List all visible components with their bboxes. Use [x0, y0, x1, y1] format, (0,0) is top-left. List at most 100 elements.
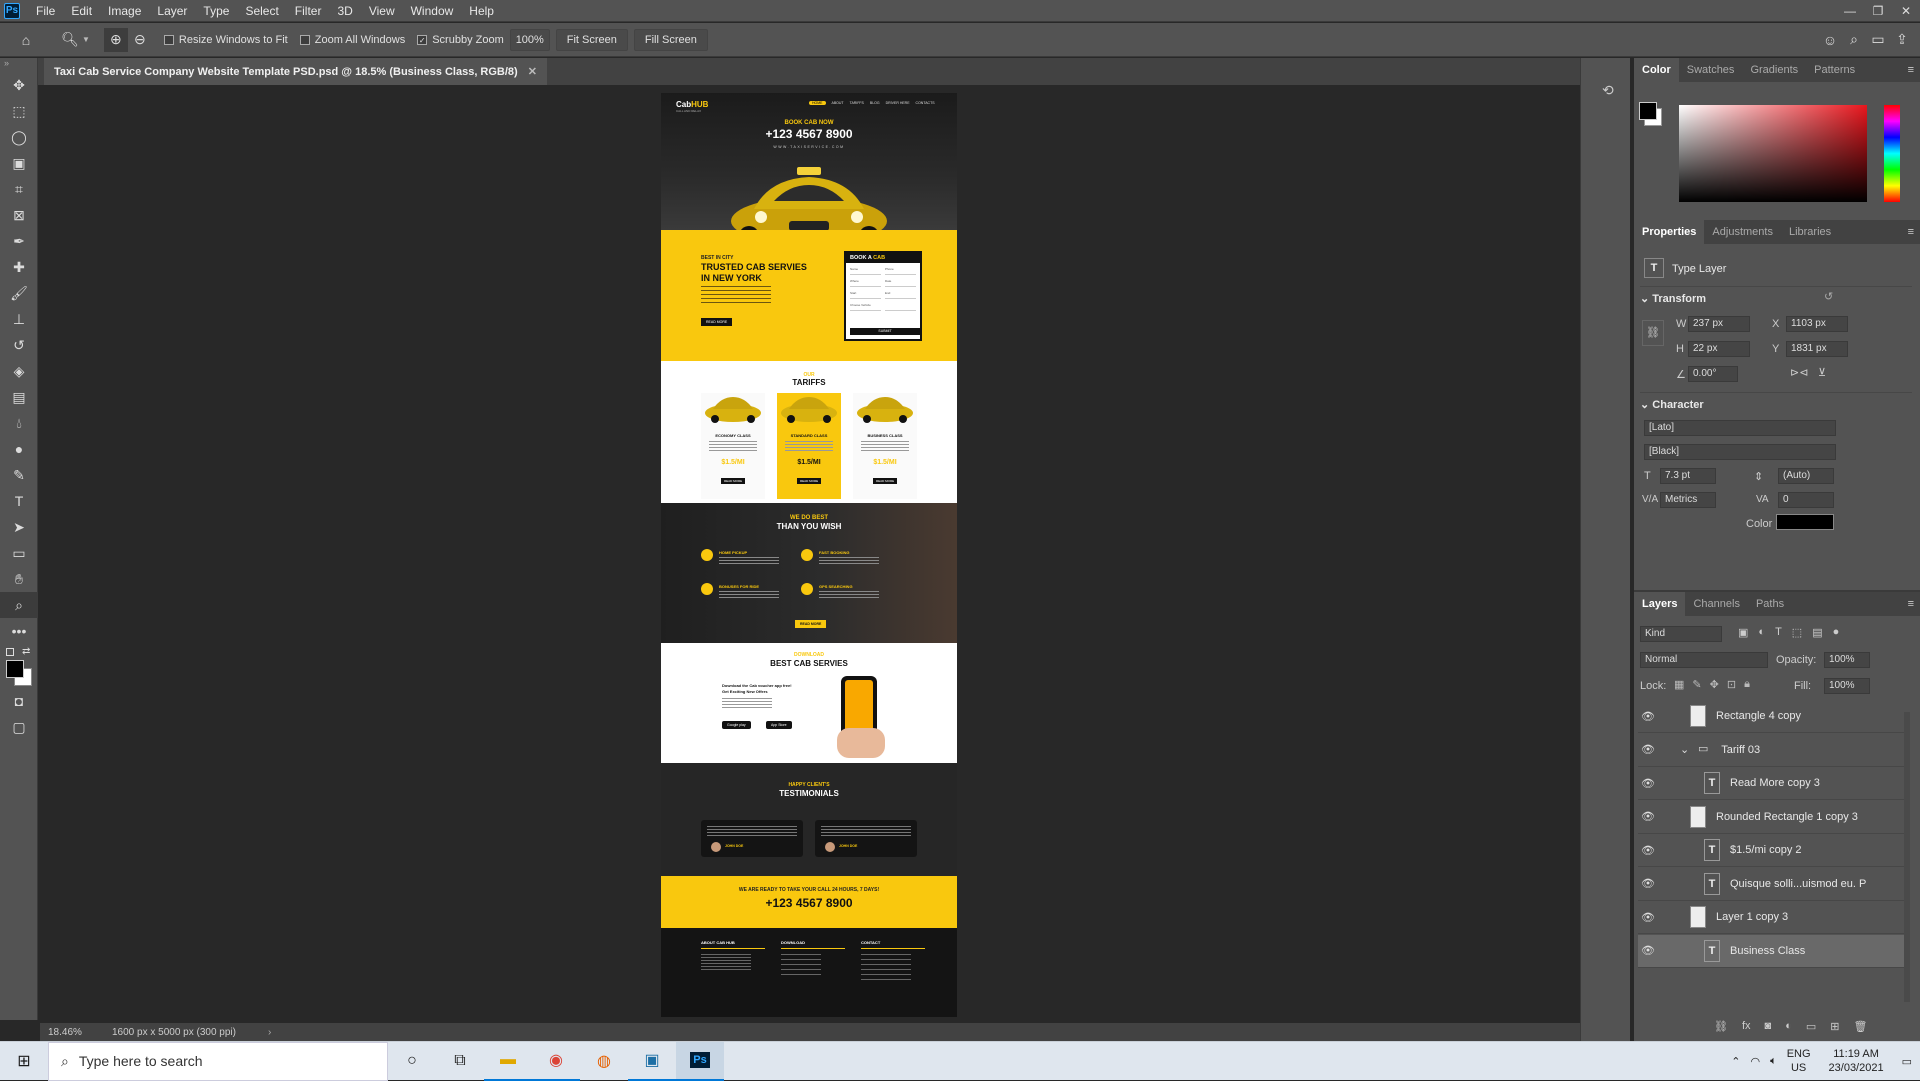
fill-field[interactable]: 100%: [1824, 678, 1870, 694]
tab-properties[interactable]: Properties: [1634, 220, 1705, 244]
menu-help[interactable]: Help: [461, 0, 502, 22]
x-field[interactable]: 1103 px: [1786, 316, 1848, 332]
restore-icon[interactable]: ❐: [1864, 4, 1892, 18]
volume-icon[interactable]: 🔈︎: [1770, 1055, 1777, 1068]
panel-menu-icon[interactable]: ≡: [1908, 64, 1914, 76]
blur-tool-icon[interactable]: 💧︎: [0, 410, 38, 436]
lock-pixels-icon[interactable]: ▦: [1674, 678, 1684, 691]
filter-toggle-icon[interactable]: ●: [1833, 626, 1840, 639]
reset-transform-icon[interactable]: ↺: [1824, 290, 1833, 303]
chevron-right-icon[interactable]: ›: [268, 1027, 271, 1038]
eyedropper-tool-icon[interactable]: ✒: [0, 228, 38, 254]
close-tab-icon[interactable]: ✕: [528, 65, 537, 78]
object-select-tool-icon[interactable]: ▣: [0, 150, 38, 176]
menu-image[interactable]: Image: [100, 0, 149, 22]
text-color-swatch[interactable]: [1776, 514, 1834, 530]
tab-layers[interactable]: Layers: [1634, 592, 1686, 616]
visibility-eye-icon[interactable]: 👁︎: [1638, 877, 1658, 890]
lock-artboard-icon[interactable]: ⊡: [1727, 678, 1736, 691]
site-nav-tariffs[interactable]: TARIFFS: [850, 101, 864, 105]
zoom-tool-icon[interactable]: ⌕: [0, 592, 38, 618]
new-group-icon[interactable]: ▭: [1806, 1020, 1816, 1033]
tab-color[interactable]: Color: [1634, 58, 1679, 82]
home-icon[interactable]: ⌂: [14, 28, 38, 52]
chevron-down-icon[interactable]: ⌄: [1680, 743, 1689, 756]
angle-field[interactable]: 0.00°: [1688, 366, 1738, 382]
chevron-down-icon[interactable]: ▼: [82, 35, 90, 44]
history-panel-icon[interactable]: ⟲: [1602, 82, 1614, 99]
visibility-eye-icon[interactable]: 👁︎: [1638, 844, 1658, 857]
document-canvas[interactable]: CabHUB CALL AND RELAX HOME ABOUT TARIFFS…: [661, 93, 957, 1017]
tab-adjustments[interactable]: Adjustments: [1704, 220, 1781, 244]
history-brush-tool-icon[interactable]: ↺: [0, 332, 38, 358]
form-field[interactable]: Phone: [885, 267, 916, 275]
link-dimensions-icon[interactable]: ⛓︎: [1642, 320, 1664, 346]
kerning-field[interactable]: Metrics: [1660, 492, 1716, 508]
zoom-out-icon[interactable]: ⊖: [128, 28, 152, 52]
layer-row[interactable]: 👁︎ ⌄ ▭ Tariff 03: [1638, 734, 1908, 767]
fx-icon[interactable]: fx: [1742, 1020, 1751, 1033]
layer-row[interactable]: 👁︎ T Read More copy 3: [1638, 767, 1908, 800]
tab-channels[interactable]: Channels: [1685, 592, 1747, 616]
move-tool-icon[interactable]: ✥: [0, 72, 38, 98]
form-field[interactable]: Where: [850, 279, 881, 287]
width-field[interactable]: 237 px: [1688, 316, 1750, 332]
menu-file[interactable]: File: [28, 0, 63, 22]
chevron-down-icon[interactable]: ⌄: [1640, 399, 1652, 411]
panel-menu-icon[interactable]: ≡: [1908, 226, 1914, 238]
tariff-read-more-button[interactable]: READ MORE: [797, 478, 822, 484]
language-indicator[interactable]: ENG US: [1787, 1047, 1811, 1075]
screen-mode-icon[interactable]: ▢: [0, 714, 38, 740]
pen-tool-icon[interactable]: ✎: [0, 462, 38, 488]
site-nav-contacts[interactable]: CONTACTS: [916, 101, 935, 105]
tab-patterns[interactable]: Patterns: [1806, 58, 1863, 82]
new-layer-icon[interactable]: ⊞: [1830, 1020, 1839, 1033]
y-field[interactable]: 1831 px: [1786, 341, 1848, 357]
panel-menu-icon[interactable]: ≡: [1908, 598, 1914, 610]
default-colors-icon[interactable]: [6, 648, 14, 656]
tab-swatches[interactable]: Swatches: [1679, 58, 1743, 82]
layer-row[interactable]: 👁︎ Rounded Rectangle 1 copy 3: [1638, 801, 1908, 834]
healing-brush-tool-icon[interactable]: ✚: [0, 254, 38, 280]
foreground-color-swatch[interactable]: [6, 660, 24, 678]
hand-tool-icon[interactable]: ✋︎: [0, 566, 38, 592]
marquee-tool-icon[interactable]: ⬚: [0, 98, 38, 124]
layer-row[interactable]: 👁︎ T Quisque solli...uismod eu. P: [1638, 868, 1908, 901]
fit-screen-button[interactable]: Fit Screen: [555, 28, 628, 51]
lasso-tool-icon[interactable]: ◯: [0, 124, 38, 150]
visibility-eye-icon[interactable]: 👁︎: [1638, 911, 1658, 924]
booking-read-more-button[interactable]: READ MORE: [701, 318, 733, 326]
form-field[interactable]: Choose Vehicle: [850, 303, 881, 311]
google-play-button[interactable]: Google play: [722, 721, 751, 729]
font-family-select[interactable]: [Lato]: [1644, 420, 1836, 436]
tariff-read-more-button[interactable]: READ MORE: [873, 478, 898, 484]
file-explorer-icon[interactable]: ▬: [484, 1042, 532, 1081]
frame-tool-icon[interactable]: ⊠: [0, 202, 38, 228]
scrubby-zoom-checkbox[interactable]: ✓ Scrubby Zoom: [417, 34, 504, 46]
submit-button[interactable]: SUBMIT: [850, 328, 920, 335]
hue-slider[interactable]: [1884, 105, 1900, 202]
site-nav-about[interactable]: ABOUT: [832, 101, 844, 105]
opacity-field[interactable]: 100%: [1824, 652, 1870, 668]
more-tools-icon[interactable]: •••: [0, 618, 38, 644]
visibility-eye-icon[interactable]: 👁︎: [1638, 710, 1658, 723]
menu-edit[interactable]: Edit: [63, 0, 100, 22]
link-layers-icon[interactable]: ⛓︎: [1714, 1020, 1728, 1033]
flip-vertical-icon[interactable]: ⊻: [1818, 366, 1826, 379]
layers-scrollbar[interactable]: [1904, 712, 1910, 1002]
color-field[interactable]: [1679, 105, 1867, 202]
windows-start-icon[interactable]: ⊞: [0, 1042, 48, 1081]
form-field[interactable]: End: [885, 291, 916, 299]
lock-paint-icon[interactable]: ✎: [1692, 678, 1701, 691]
tab-gradients[interactable]: Gradients: [1742, 58, 1806, 82]
tab-libraries[interactable]: Libraries: [1781, 220, 1839, 244]
visibility-eye-icon[interactable]: 👁︎: [1638, 810, 1658, 823]
image-filter-icon[interactable]: ▣: [1738, 626, 1748, 639]
share-icon[interactable]: ⇪: [1890, 28, 1914, 52]
adjustment-layer-icon[interactable]: ◐: [1785, 1020, 1792, 1033]
zoom-level[interactable]: 18.46%: [48, 1027, 100, 1038]
menu-type[interactable]: Type: [195, 0, 237, 22]
close-icon[interactable]: ✕: [1892, 4, 1920, 18]
wifi-icon[interactable]: ◠: [1750, 1055, 1760, 1068]
type-filter-icon[interactable]: T: [1775, 626, 1782, 639]
